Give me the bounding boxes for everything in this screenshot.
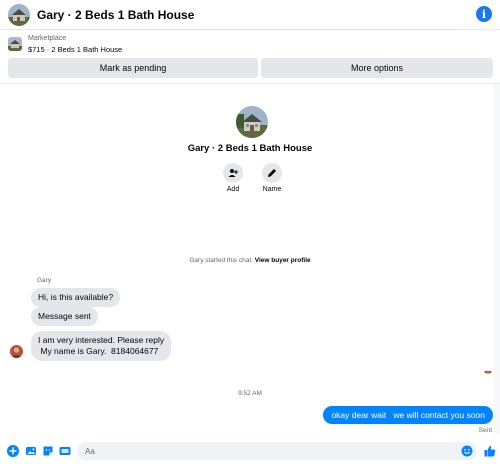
conversation-header: Gary · 2 Beds 1 Bath House i xyxy=(0,0,500,30)
add-label: Add xyxy=(226,186,240,193)
divider xyxy=(0,83,500,84)
listing-price-title: $715 · 2 Beds 1 Bath House xyxy=(28,45,123,54)
delivery-status: Sent xyxy=(478,427,492,434)
sticker-icon[interactable] xyxy=(42,445,54,457)
conversation-title: Gary · 2 Beds 1 Bath House xyxy=(37,7,195,22)
emoji-icon[interactable] xyxy=(461,445,473,457)
message-timestamp: 9:52 AM xyxy=(238,390,262,397)
thumbs-up-icon[interactable] xyxy=(484,444,496,457)
incoming-message[interactable]: Hi, is this available? xyxy=(31,288,121,307)
pencil-icon xyxy=(262,163,282,183)
outgoing-message[interactable]: okay dear wait we will contact you soon xyxy=(323,406,493,424)
incoming-message[interactable]: I am very interested. Please reply My na… xyxy=(31,331,172,361)
edit-name-action[interactable]: Name xyxy=(258,163,286,193)
listing-thumbnail xyxy=(8,37,22,51)
message-input[interactable]: Aa xyxy=(77,442,477,460)
photo-icon[interactable] xyxy=(25,445,37,457)
sender-avatar[interactable] xyxy=(10,345,23,358)
message-line: I am very interested. Please reply xyxy=(38,335,165,345)
info-icon[interactable]: i xyxy=(476,6,492,22)
message-line: My name is Gary. 8184064677 xyxy=(38,346,159,356)
more-options-button[interactable]: More options xyxy=(261,58,493,78)
add-person-icon xyxy=(223,163,243,183)
message-input-placeholder: Aa xyxy=(85,446,95,456)
incoming-message[interactable]: Message sent xyxy=(31,307,98,326)
view-buyer-profile-link[interactable]: View buyer profile xyxy=(255,257,311,264)
listing-avatar[interactable] xyxy=(8,3,30,26)
message-composer: Aa xyxy=(0,440,500,464)
plus-icon[interactable] xyxy=(7,445,19,457)
gif-icon[interactable] xyxy=(59,445,71,457)
profile-name: Gary · 2 Beds 1 Bath House xyxy=(187,143,313,154)
mark-as-pending-button[interactable]: Mark as pending xyxy=(8,58,258,78)
marketplace-label: Marketplace xyxy=(28,35,67,42)
add-contact-action[interactable]: Add xyxy=(219,163,247,193)
chat-started-text: Gary started this chat. xyxy=(189,257,253,264)
read-receipt-avatar xyxy=(484,366,492,374)
sender-name: Gary xyxy=(37,277,52,284)
chat-started-notice: Gary started this chat. View buyer profi… xyxy=(0,257,500,264)
name-label: Name xyxy=(262,186,282,193)
profile-avatar[interactable] xyxy=(236,106,268,138)
marketplace-listing[interactable]: Marketplace $715 · 2 Beds 1 Bath House xyxy=(0,33,500,57)
